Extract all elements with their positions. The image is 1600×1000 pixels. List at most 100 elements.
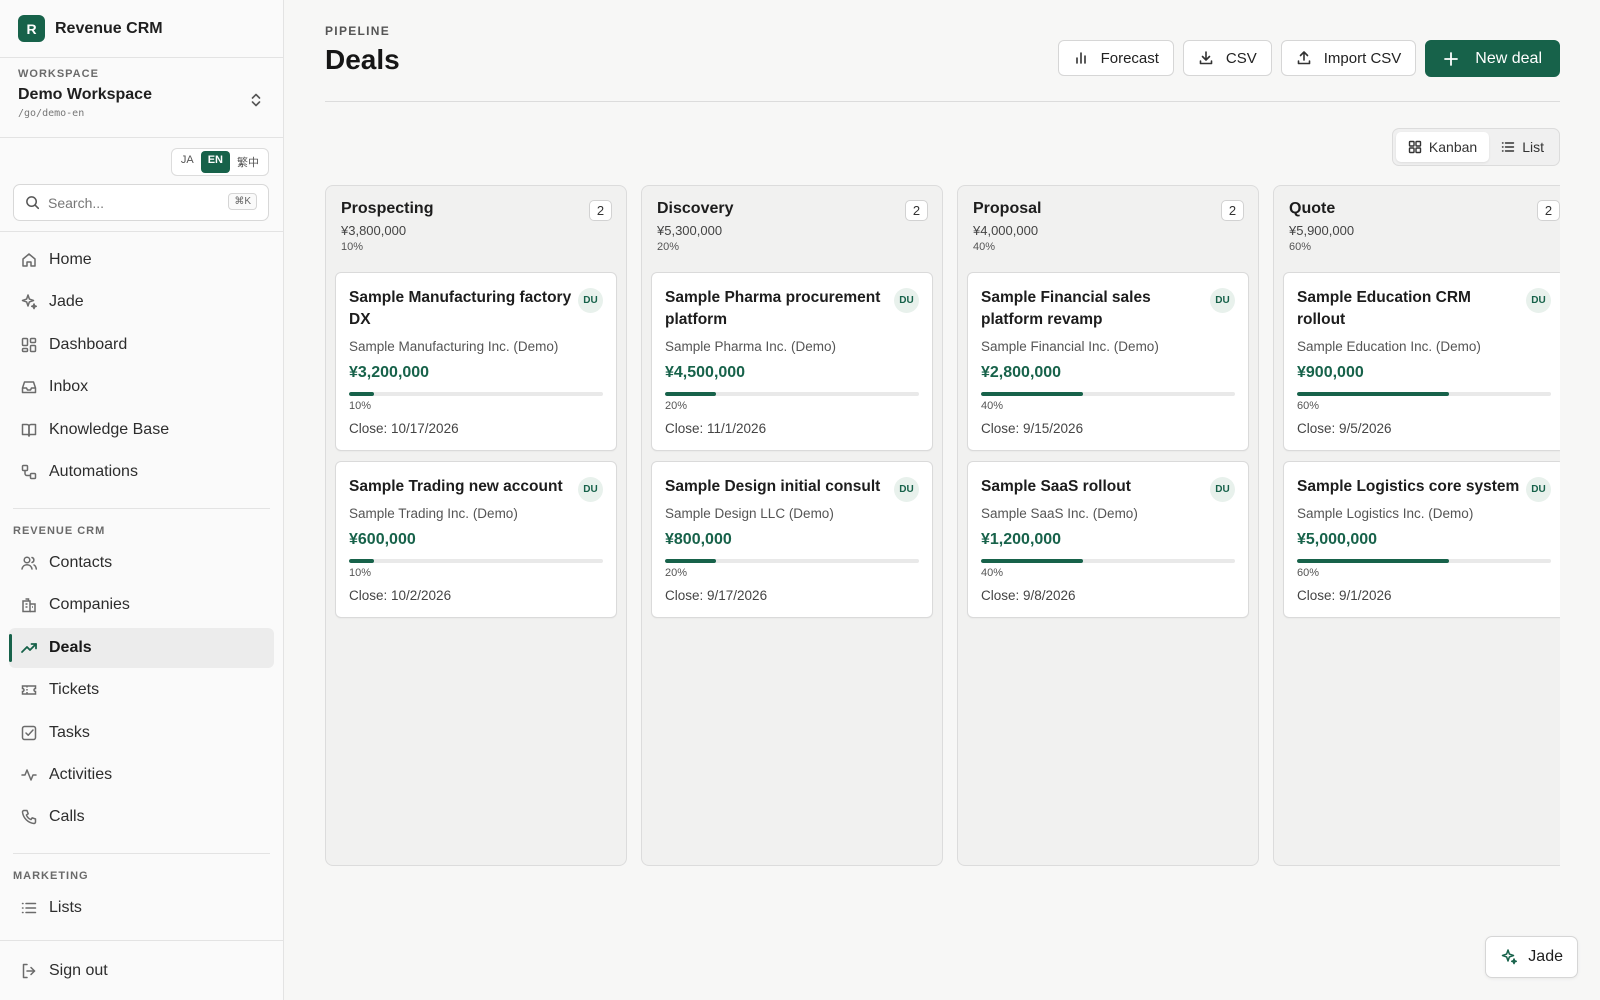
deal-company: Sample SaaS Inc. (Demo)	[981, 506, 1138, 521]
nav-item-contacts[interactable]: Contacts	[9, 543, 274, 583]
nav-item-tickets[interactable]: Tickets	[9, 670, 274, 710]
search-input[interactable]: Search... ⌘K	[13, 184, 269, 221]
nav-item-dashboard[interactable]: Dashboard	[9, 325, 274, 365]
deal-title: Sample Pharma procurement platform	[665, 289, 881, 328]
probability-bar-fill	[349, 392, 375, 396]
csv-export-button[interactable]: CSV	[1182, 40, 1272, 76]
nav-item-jade[interactable]: Jade	[9, 282, 274, 322]
list-icon	[1501, 140, 1515, 154]
language-switcher: JA EN 繁中	[170, 148, 269, 176]
workspace-name: Demo Workspace	[18, 86, 152, 103]
nav-item-home[interactable]: Home	[9, 240, 274, 280]
nav-item-activities[interactable]: Activities	[9, 755, 274, 795]
column-count-badge: 2	[905, 200, 928, 221]
section-label-marketing: MARKETING	[13, 870, 89, 883]
probability-bar	[981, 392, 1235, 396]
deal-title: Sample Trading new account	[349, 478, 563, 495]
deal-amount: ¥600,000	[349, 531, 416, 548]
new-deal-button[interactable]: New deal	[1425, 40, 1560, 77]
owner-avatar: DU	[1210, 288, 1235, 313]
deal-card[interactable]: Sample Logistics core system DU Sample Log…	[1283, 461, 1560, 618]
lang-en-button[interactable]: EN	[200, 151, 230, 173]
deal-title: Sample Design initial consult	[665, 478, 881, 495]
column-probability: 40%	[973, 241, 996, 253]
dashboard-icon	[20, 336, 38, 354]
building-icon	[20, 596, 38, 614]
nav-item-companies[interactable]: Companies	[9, 585, 274, 625]
deal-card[interactable]: Sample Trading new account DU Sample Tradi…	[335, 461, 617, 618]
page-eyebrow: PIPELINE	[325, 24, 391, 38]
probability-bar	[981, 559, 1235, 563]
column-amount: ¥3,800,000	[341, 223, 407, 238]
deal-company: Sample Financial Inc. (Demo)	[981, 339, 1159, 354]
view-toggle: Kanban List	[1391, 128, 1560, 166]
nav-item-inbox[interactable]: Inbox	[9, 367, 274, 407]
probability-bar-fill	[665, 392, 716, 396]
plus-icon	[1443, 51, 1459, 67]
brand-header[interactable]: R Revenue CRM	[0, 0, 283, 58]
nav-item-automations[interactable]: Automations	[9, 452, 274, 492]
nav-label: Lists	[49, 899, 82, 917]
brand-logo: R	[18, 15, 45, 42]
deal-card[interactable]: Sample Design initial consult DU Sample De…	[651, 461, 933, 618]
nav-item-calls[interactable]: Calls	[9, 797, 274, 837]
nav-item-lists[interactable]: Lists	[9, 888, 274, 928]
column-name: Discovery	[657, 200, 734, 217]
column-probability: 10%	[341, 241, 364, 253]
inbox-icon	[20, 378, 38, 396]
sidebar: R Revenue CRM WORKSPACE Demo Workspace /…	[0, 0, 284, 1000]
owner-avatar: DU	[1526, 288, 1551, 313]
sign-out-button[interactable]: Sign out	[9, 951, 274, 991]
deal-card[interactable]: Sample Manufacturing factory DX DU Sample …	[335, 272, 617, 451]
column-count-badge: 2	[589, 200, 612, 221]
trending-up-icon	[20, 639, 38, 657]
probability-bar-fill	[1297, 392, 1450, 396]
nav-item-deals[interactable]: Deals	[9, 627, 274, 668]
forecast-button[interactable]: Forecast	[1057, 40, 1174, 76]
lang-zh-button[interactable]: 繁中	[230, 151, 266, 173]
nav-item-knowledge-base[interactable]: Knowledge Base	[9, 410, 274, 450]
deal-amount: ¥5,000,000	[1297, 531, 1378, 548]
lang-ja-button[interactable]: JA	[174, 151, 201, 173]
kanban-columns: Prospecting ¥3,800,000 10% 2 Sample Manufact…	[325, 185, 1560, 866]
probability-bar-fill	[665, 559, 716, 563]
phone-icon	[20, 808, 38, 826]
nav-label: Automations	[49, 462, 138, 480]
deal-card[interactable]: Sample Pharma procurement platform DU Samp…	[651, 272, 933, 451]
nav-label: Companies	[49, 596, 130, 614]
column-probability: 20%	[657, 241, 680, 253]
deal-title: Sample Financial sales platform revamp	[981, 289, 1151, 328]
deal-amount: ¥1,200,000	[981, 531, 1062, 548]
jade-assistant-button[interactable]: Jade	[1485, 936, 1578, 978]
column-header: Quote ¥5,900,000 60% 2	[1283, 186, 1560, 272]
upload-icon	[1296, 50, 1312, 66]
list-view-button[interactable]: List	[1489, 132, 1556, 162]
deal-probability: 40%	[981, 400, 1004, 412]
workspace-path: /go/demo-en	[18, 108, 85, 119]
probability-bar	[349, 392, 603, 396]
deal-close-date: Close: 10/17/2026	[349, 421, 459, 436]
deal-close-date: Close: 10/2/2026	[349, 588, 452, 603]
home-icon	[20, 251, 38, 269]
checkbox-icon	[20, 724, 38, 742]
deal-card[interactable]: Sample Education CRM rollout DU Sample Edu…	[1283, 272, 1560, 451]
deal-card[interactable]: Sample Financial sales platform revamp DU…	[967, 272, 1249, 451]
column-name: Proposal	[973, 200, 1042, 217]
workspace-switcher[interactable]: WORKSPACE Demo Workspace /go/demo-en	[0, 58, 283, 138]
kanban-column: Quote ¥5,900,000 60% 2 Sample Education CRM …	[1273, 185, 1560, 866]
import-csv-button[interactable]: Import CSV	[1280, 40, 1417, 76]
deal-close-date: Close: 9/8/2026	[981, 588, 1076, 603]
deal-card[interactable]: Sample SaaS rollout DU Sample SaaS Inc. (D…	[967, 461, 1249, 618]
owner-avatar: DU	[578, 288, 603, 313]
probability-bar	[665, 392, 919, 396]
nav-item-tasks[interactable]: Tasks	[9, 713, 274, 753]
column-name: Prospecting	[341, 200, 434, 217]
owner-avatar: DU	[894, 477, 919, 502]
search-placeholder: Search...	[48, 194, 105, 211]
kanban-view-button[interactable]: Kanban	[1395, 132, 1490, 162]
deal-company: Sample Manufacturing Inc. (Demo)	[349, 339, 559, 354]
nav-label: Contacts	[49, 553, 113, 571]
book-icon	[20, 421, 38, 439]
column-amount: ¥4,000,000	[973, 223, 1039, 238]
deal-company: Sample Trading Inc. (Demo)	[349, 506, 518, 521]
